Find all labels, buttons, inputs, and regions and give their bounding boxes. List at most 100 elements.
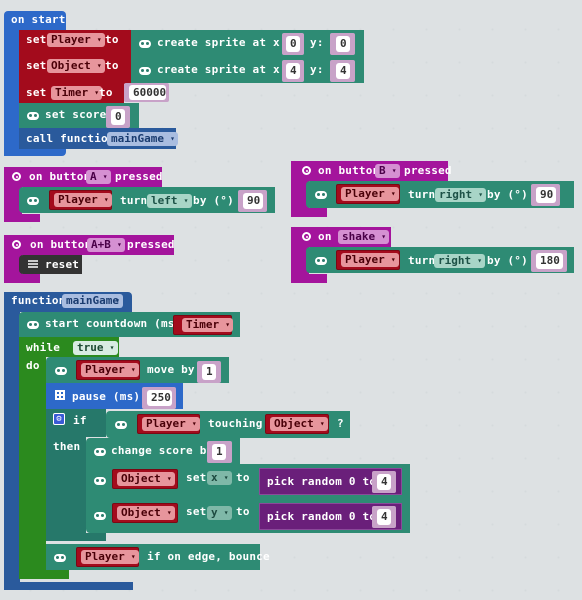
property-y-dropdown[interactable]: y — [207, 506, 232, 520]
object-variable-dropdown[interactable]: Object — [47, 59, 105, 73]
player-sprite-dropdown[interactable]: Player — [81, 363, 139, 377]
score-input[interactable]: 0 — [111, 109, 125, 125]
game-icon — [27, 321, 39, 329]
turn-label: turn — [120, 194, 148, 207]
set-label: set — [186, 505, 207, 518]
game-icon — [139, 40, 151, 48]
gesture-dropdown[interactable]: shake — [338, 230, 390, 244]
function-name-field[interactable]: mainGame — [62, 294, 123, 308]
x-input[interactable]: 4 — [286, 63, 300, 79]
on-button-label: on button — [318, 164, 380, 177]
on-button-b-footer — [291, 208, 327, 217]
on-start-footer — [4, 150, 38, 156]
property-x-dropdown[interactable]: x — [207, 471, 232, 485]
change-score-input[interactable]: 1 — [212, 444, 226, 460]
pause-value-input[interactable]: 250 — [147, 390, 172, 406]
to-label: to — [105, 59, 119, 72]
game-icon — [94, 448, 106, 456]
pressed-label: pressed — [127, 238, 175, 251]
random-max-input[interactable]: 4 — [377, 509, 391, 525]
game-icon — [54, 554, 66, 562]
move-by-label: move by — [147, 363, 195, 376]
game-icon — [94, 512, 106, 520]
game-icon — [139, 67, 151, 75]
timer-variable-dropdown[interactable]: Timer — [182, 318, 234, 332]
direction-dropdown[interactable]: right — [435, 188, 487, 202]
random-max-input[interactable]: 4 — [377, 474, 391, 490]
do-label: do — [26, 359, 40, 372]
set-label: set — [26, 59, 47, 72]
button-b-dropdown[interactable]: B — [375, 164, 400, 178]
bounce-label: if on edge, bounce — [147, 550, 270, 563]
by-degrees-label: by (°) — [193, 194, 234, 207]
to-label: to — [105, 33, 119, 46]
player-sprite-slot: Player — [336, 250, 400, 270]
direction-dropdown[interactable]: left — [147, 194, 192, 208]
while-footer — [19, 570, 69, 579]
player-sprite-dropdown[interactable]: Player — [81, 550, 139, 564]
x-input[interactable]: 0 — [286, 36, 300, 52]
pick-random-label: pick random 0 to — [267, 475, 377, 488]
call-function-label: call function — [26, 132, 115, 145]
pressed-label: pressed — [115, 170, 163, 183]
player-sprite-dropdown[interactable]: Player — [341, 187, 399, 201]
button-a-dropdown[interactable]: A — [86, 170, 111, 184]
pressed-label: pressed — [404, 164, 452, 177]
set-score-label: set score — [45, 108, 107, 121]
angle-input[interactable]: 90 — [536, 187, 556, 203]
y-input[interactable]: 4 — [336, 63, 350, 79]
player-sprite-dropdown[interactable]: Player — [54, 193, 112, 207]
reset-icon — [28, 260, 38, 269]
game-icon — [94, 477, 106, 485]
function-name-dropdown[interactable]: mainGame — [107, 132, 178, 146]
object-sprite-dropdown[interactable]: Object — [117, 506, 175, 520]
turn-label: turn — [408, 254, 436, 267]
player-sprite-dropdown[interactable]: Player — [341, 253, 399, 267]
grid-icon — [55, 390, 65, 400]
if-body — [46, 409, 86, 541]
game-icon — [27, 197, 39, 205]
player-sprite-slot: Player — [336, 184, 400, 204]
player-sprite-slot: Player — [49, 190, 112, 210]
on-button-label: on button — [29, 170, 91, 183]
create-sprite-label: create sprite at x: — [157, 63, 287, 76]
function-footer — [4, 582, 133, 590]
by-degrees-label: by (°) — [487, 188, 528, 201]
touching-label: touching — [208, 417, 263, 430]
player-sprite-dropdown[interactable]: Player — [142, 417, 200, 431]
set-label: set — [186, 471, 207, 484]
player-sprite-slot: Player — [76, 360, 140, 380]
timer-variable-dropdown[interactable]: Timer — [51, 86, 103, 100]
angle-input[interactable]: 180 — [536, 253, 563, 269]
function-label: function — [11, 294, 66, 307]
object-sprite-slot: Object — [265, 414, 329, 434]
button-ab-dropdown[interactable]: A+B — [87, 238, 125, 252]
move-value-input[interactable]: 1 — [202, 364, 216, 380]
y-input[interactable]: 0 — [336, 36, 350, 52]
game-icon — [27, 112, 39, 120]
function-body — [4, 292, 20, 590]
pause-label: pause (ms) — [72, 390, 141, 403]
object-sprite-slot: Object — [112, 503, 178, 523]
player-sprite-slot: Player — [76, 547, 139, 567]
game-icon — [115, 421, 127, 429]
button-event-icon — [12, 240, 21, 249]
object-sprite-dropdown[interactable]: Object — [270, 417, 328, 431]
player-variable-dropdown[interactable]: Player — [47, 33, 105, 47]
turn-label: turn — [408, 188, 436, 201]
change-score-label: change score by — [111, 444, 214, 457]
condition-dropdown[interactable]: true — [73, 341, 118, 355]
object-sprite-slot: Object — [112, 469, 178, 489]
timer-value-input[interactable]: 60000 — [129, 85, 166, 100]
object-sprite-dropdown[interactable]: Object — [117, 472, 175, 486]
gear-icon[interactable]: ⚙ — [53, 413, 65, 425]
if-label: if — [73, 414, 87, 427]
game-icon — [315, 257, 327, 265]
direction-dropdown[interactable]: right — [434, 254, 486, 268]
on-button-ab-footer — [4, 274, 40, 283]
create-sprite-label: create sprite at x: — [157, 36, 287, 49]
player-sprite-slot: Player — [137, 414, 200, 434]
question-mark-label: ? — [337, 417, 344, 430]
angle-input[interactable]: 90 — [243, 193, 263, 209]
to-label: to — [236, 505, 250, 518]
